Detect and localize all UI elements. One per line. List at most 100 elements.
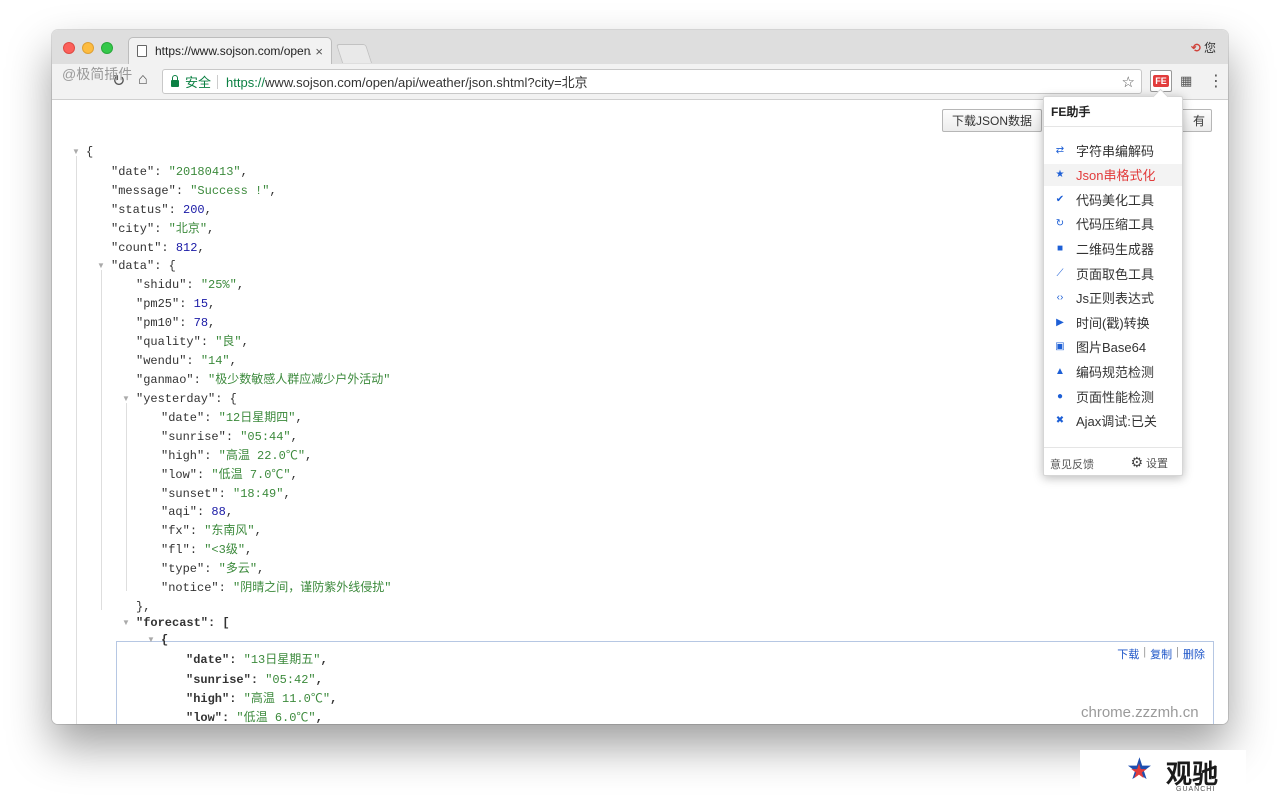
- divider: [1044, 447, 1182, 448]
- fe-menu-item[interactable]: ✔ 代码美化工具: [1044, 188, 1182, 210]
- brand-star-icon: ★: [1126, 755, 1153, 788]
- json-line: "message": "Success !",: [111, 184, 277, 198]
- indent-guide: [76, 156, 77, 724]
- json-line: "quality": "良",: [136, 335, 249, 349]
- json-line: {: [161, 633, 169, 647]
- json-line: "wendu": "14",: [136, 354, 237, 368]
- settings-label: 设置: [1146, 457, 1168, 470]
- browser-toolbar: ↻ ⌂ 安全 https://www.sojson.com/open/api/w…: [52, 64, 1228, 100]
- kebab-menu-icon[interactable]: ⋮: [1208, 71, 1224, 91]
- json-line: "sunrise": "05:42",: [186, 673, 323, 687]
- browser-tab[interactable]: https://www.sojson.com/open/ ×: [128, 37, 332, 64]
- collapse-toggle-icon[interactable]: ▼: [122, 394, 130, 404]
- fe-menu-icon: ✖: [1055, 415, 1065, 427]
- maximize-window-button[interactable]: [101, 42, 113, 54]
- forecast-actions: 下载 | 复制 | 删除: [1117, 646, 1205, 662]
- fe-menu-item[interactable]: ▣ 图片Base64: [1044, 336, 1182, 358]
- fe-helper-title: FE助手: [1051, 105, 1091, 119]
- json-line: "low": "低温 7.0℃",: [161, 468, 298, 482]
- fe-menu-icon: ‹›: [1056, 292, 1064, 304]
- fe-menu-label: 二维码生成器: [1076, 241, 1155, 257]
- json-line: "pm10": 78,: [136, 316, 216, 330]
- json-line: "date": "20180413",: [111, 165, 248, 179]
- brand-logo: ★ 观驰 GUANCHI: [1080, 750, 1246, 800]
- json-line: "sunset": "18:49",: [161, 487, 291, 501]
- fe-menu-item[interactable]: ▲ 编码规范检测: [1044, 360, 1182, 382]
- close-window-button[interactable]: [63, 42, 75, 54]
- sync-icon: ⟲: [1190, 40, 1201, 55]
- json-line: "fl": "<3级",: [161, 543, 253, 557]
- fe-menu-item[interactable]: ★ Json串格式化: [1044, 163, 1182, 186]
- json-line: "aqi": 88,: [161, 505, 234, 519]
- fe-menu-item[interactable]: ⟋ 页面取色工具: [1044, 262, 1182, 284]
- fe-menu-icon: ■: [1056, 242, 1064, 254]
- json-line: "yesterday": {: [136, 392, 237, 406]
- json-line: "low": "低温 6.0℃",: [186, 711, 323, 724]
- fe-menu-item[interactable]: ■ 二维码生成器: [1044, 237, 1182, 259]
- json-line: "city": "北京",: [111, 222, 215, 236]
- fe-extension-icon: FE: [1153, 75, 1169, 87]
- fe-menu-label: 页面性能检测: [1076, 389, 1155, 405]
- fe-menu-item[interactable]: ↻ 代码压缩工具: [1044, 213, 1182, 235]
- indent-guide: [126, 403, 127, 591]
- title-bar: https://www.sojson.com/open/ × ⟲ 您: [52, 30, 1228, 64]
- fe-menu-label: 页面取色工具: [1076, 266, 1155, 282]
- secure-label: 安全: [185, 75, 212, 90]
- fe-menu-label: 时间(戳)转换: [1076, 315, 1150, 331]
- divider: [217, 74, 219, 89]
- forecast-delete-link[interactable]: 删除: [1183, 646, 1205, 662]
- json-line: "shidu": "25%",: [136, 278, 245, 292]
- collapse-toggle-icon[interactable]: ▼: [122, 618, 130, 628]
- fe-menu-icon: ▣: [1055, 341, 1065, 353]
- json-line: "forecast": [: [136, 616, 230, 630]
- json-line: "high": "高温 22.0℃",: [161, 449, 313, 463]
- settings-button[interactable]: ⚙ 设置: [1130, 454, 1168, 471]
- fe-menu-item[interactable]: ● 页面性能检测: [1044, 385, 1182, 407]
- fe-menu-label: 代码美化工具: [1076, 192, 1155, 208]
- forecast-download-link[interactable]: 下载: [1117, 646, 1139, 662]
- json-line: "date": "13日星期五",: [186, 653, 328, 667]
- profile-button[interactable]: ⟲ 您: [1191, 39, 1216, 56]
- feedback-link[interactable]: 意见反馈: [1050, 456, 1094, 472]
- indent-guide: [101, 270, 102, 610]
- json-line: "date": "12日星期四",: [161, 411, 303, 425]
- fe-helper-popup: FE助手 ⇄ 字符串编解码 ★ Json串格式化 ✔ 代码美化工具 ↻ 代码压缩工具 ■ 二维码生…: [1043, 96, 1183, 476]
- fe-menu-icon: ▶: [1056, 316, 1064, 328]
- fe-menu-item[interactable]: ⇄ 字符串编解码: [1044, 139, 1182, 161]
- watermark-top: @极简插件: [62, 66, 133, 82]
- fe-menu-label: Ajax调试:已关: [1076, 414, 1157, 430]
- new-tab-button[interactable]: [335, 44, 373, 63]
- fe-menu-icon: ★: [1055, 169, 1065, 181]
- download-json-button[interactable]: 下载JSON数据: [942, 109, 1042, 132]
- profile-label: 您: [1203, 41, 1216, 55]
- fe-menu-item[interactable]: ▶ 时间(戳)转换: [1044, 311, 1182, 333]
- collapse-toggle-icon[interactable]: ▼: [97, 261, 105, 271]
- fe-menu-item[interactable]: ✖ Ajax调试:已关: [1044, 410, 1182, 432]
- fe-menu-icon: ✔: [1055, 193, 1065, 205]
- fe-menu-icon: ⟋: [1056, 267, 1064, 279]
- fe-menu-label: 代码压缩工具: [1076, 217, 1155, 233]
- fe-menu-icon: ↻: [1055, 218, 1065, 230]
- json-line: "high": "高温 11.0℃",: [186, 692, 338, 706]
- json-line: "pm25": 15,: [136, 297, 216, 311]
- fe-menu-item[interactable]: ‹› Js正则表达式: [1044, 287, 1182, 309]
- json-line: "fx": "东南风",: [161, 524, 262, 538]
- fe-menu-label: Json串格式化: [1076, 168, 1156, 184]
- bookmark-star-icon[interactable]: ☆: [1122, 73, 1135, 91]
- watermark-bottom: chrome.zzzmh.cn: [1081, 704, 1199, 721]
- json-line: "status": 200,: [111, 203, 212, 217]
- divider: [1044, 126, 1182, 127]
- minimize-window-button[interactable]: [82, 42, 94, 54]
- qr-code-icon[interactable]: ▦: [1180, 73, 1192, 89]
- home-icon[interactable]: ⌂: [138, 71, 148, 89]
- tab-title: https://www.sojson.com/open/: [155, 44, 312, 58]
- tab-close-icon[interactable]: ×: [315, 44, 323, 59]
- fe-menu-label: Js正则表达式: [1076, 291, 1155, 307]
- collapse-toggle-icon[interactable]: ▼: [72, 147, 80, 157]
- address-bar[interactable]: 安全 https://www.sojson.com/open/api/weath…: [162, 69, 1142, 94]
- forecast-copy-link[interactable]: 复制: [1150, 646, 1172, 662]
- json-line: {: [86, 145, 94, 159]
- collapse-toggle-icon[interactable]: ▼: [147, 635, 155, 645]
- gear-icon: ⚙: [1130, 454, 1143, 470]
- json-line: "data": {: [111, 259, 176, 273]
